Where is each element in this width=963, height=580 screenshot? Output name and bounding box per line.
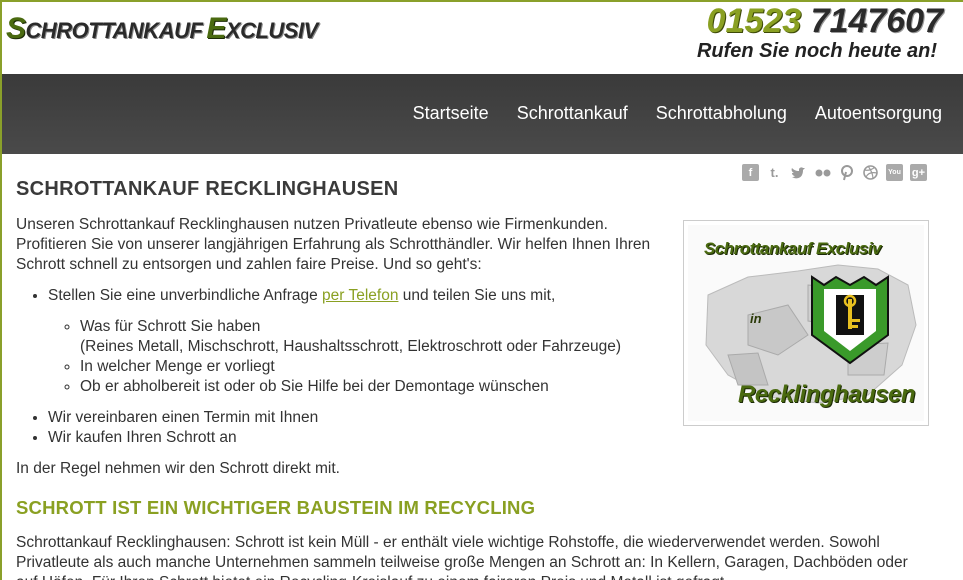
social-icons: f t. You g+	[742, 164, 927, 181]
main-content: SCHROTTANKAUF RECKLINGHAUSEN Unseren Sch…	[16, 178, 908, 580]
tumblr-icon[interactable]: t.	[766, 164, 783, 181]
sub1-line2: (Reines Metall, Mischschrott, Haushaltss…	[80, 338, 621, 355]
coat-of-arms-icon	[811, 275, 889, 365]
list-item: Wir kaufen Ihren Schrott an	[48, 428, 666, 448]
flickr-icon[interactable]	[814, 164, 831, 181]
phone-number[interactable]: 01523 7147607	[707, 2, 943, 41]
image-city: Recklinghausen	[738, 381, 916, 408]
list-item: Stellen Sie eine unverbindliche Anfrage …	[48, 286, 666, 397]
dribbble-icon[interactable]	[862, 164, 879, 181]
list-item: Wir vereinbaren einen Termin mit Ihnen	[48, 408, 666, 428]
page-title: SCHROTTANKAUF RECKLINGHAUSEN	[16, 178, 399, 200]
step1-text: Stellen Sie eine unverbindliche Anfrage	[48, 287, 323, 304]
list-item: Ob er abholbereit ist oder ob Sie Hilfe …	[80, 377, 666, 397]
header: SCHROTTANKAUF EXCLUSIV 01523 7147607 Ruf…	[2, 2, 963, 74]
sub-list: Was für Schrott Sie haben (Reines Metall…	[80, 317, 666, 397]
nav-item-schrottabholung[interactable]: Schrottabholung	[656, 103, 787, 124]
region-map: Schrottankauf Exclusiv in Recklinghausen	[688, 225, 924, 421]
phone-main: 7147607	[810, 2, 943, 40]
list-item: In welcher Menge er vorliegt	[80, 357, 666, 377]
googleplus-icon[interactable]: g+	[910, 164, 927, 181]
twitter-icon[interactable]	[790, 164, 807, 181]
main-nav: Startseite Schrottankauf Schrottabholung…	[2, 74, 963, 154]
facebook-icon[interactable]: f	[742, 164, 759, 181]
step1-text-end: und teilen Sie uns mit,	[398, 287, 556, 304]
pinterest-icon[interactable]	[838, 164, 855, 181]
image-title: Schrottankauf Exclusiv	[704, 239, 882, 258]
youtube-icon[interactable]: You	[886, 164, 903, 181]
closing-text: In der Regel nehmen wir den Schrott dire…	[16, 460, 340, 477]
call-to-action: Rufen Sie noch heute an!	[696, 40, 937, 62]
logo-word-2: XCLUSIV	[225, 18, 318, 43]
phone-prefix: 01523	[706, 2, 802, 40]
image-in: in	[750, 311, 762, 326]
logo-letter-e: E	[206, 12, 226, 45]
logo-letter-s: S	[6, 12, 26, 45]
steps-list: Stellen Sie eine unverbindliche Anfrage …	[48, 286, 666, 448]
section-heading: SCHROTT IST EIN WICHTIGER BAUSTEIN IM RE…	[16, 497, 536, 518]
nav-item-schrottankauf[interactable]: Schrottankauf	[517, 103, 628, 124]
sub1-line1: Was für Schrott Sie haben	[80, 318, 261, 335]
nav-item-startseite[interactable]: Startseite	[413, 103, 489, 124]
nav-item-autoentsorgung[interactable]: Autoentsorgung	[815, 103, 942, 124]
site-logo[interactable]: SCHROTTANKAUF EXCLUSIV	[6, 12, 318, 46]
list-item: Was für Schrott Sie haben (Reines Metall…	[80, 317, 666, 357]
phone-link[interactable]: per Telefon	[322, 287, 398, 304]
body-text: Schrottankauf Recklinghausen: Schrott is…	[16, 534, 908, 580]
page-frame: SCHROTTANKAUF EXCLUSIV 01523 7147607 Ruf…	[0, 0, 963, 580]
recklinghausen-image: Schrottankauf Exclusiv in Recklinghausen	[683, 220, 929, 426]
intro-text: Unseren Schrottankauf Recklinghausen nut…	[16, 216, 651, 273]
logo-word-1: CHROTTANKAUF	[25, 18, 203, 43]
